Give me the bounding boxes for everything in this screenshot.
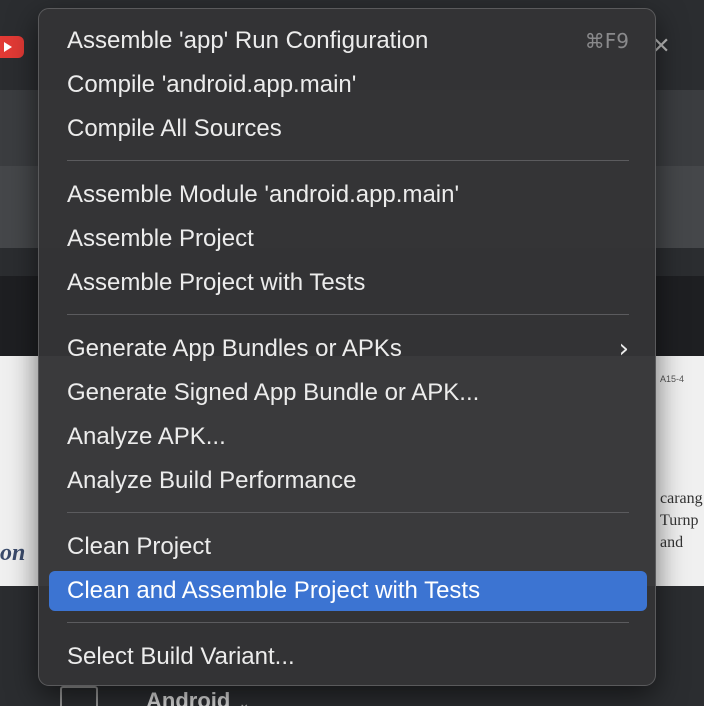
menu-item-label: Generate Signed App Bundle or APK... (67, 379, 480, 406)
document-corner-text: A15-4 (660, 374, 685, 384)
menu-item-label: Analyze Build Performance (67, 467, 357, 494)
menu-separator (67, 314, 629, 315)
menu-item-assemble-project-tests[interactable]: Assemble Project with Tests (49, 263, 647, 303)
menu-item-analyze-apk[interactable]: Analyze APK... (49, 417, 647, 457)
menu-item-compile-all[interactable]: Compile All Sources (49, 109, 647, 149)
document-text-left: on (0, 540, 26, 566)
menu-item-label: Clean and Assemble Project with Tests (67, 577, 481, 604)
folder-icon[interactable] (60, 686, 98, 706)
menu-item-analyze-build[interactable]: Analyze Build Performance (49, 461, 647, 501)
menu-item-generate-signed[interactable]: Generate Signed App Bundle or APK... (49, 373, 647, 413)
dropdown-label: Android (146, 688, 231, 706)
menu-item-clean-project[interactable]: Clean Project (49, 527, 647, 567)
menu-item-label: Clean Project (67, 533, 212, 560)
menu-item-compile-module[interactable]: Compile 'android.app.main' (49, 65, 647, 105)
menu-item-label: Assemble Project with Tests (67, 269, 366, 296)
menu-item-generate-bundles[interactable]: Generate App Bundles or APKs › (49, 329, 647, 369)
menu-item-label: Compile 'android.app.main' (67, 71, 357, 98)
menu-item-label: Compile All Sources (67, 115, 282, 142)
shortcut-label: ⌘F9 (584, 29, 629, 53)
menu-item-label: Analyze APK... (67, 423, 226, 450)
menu-item-assemble-project[interactable]: Assemble Project (49, 219, 647, 259)
menu-item-assemble-run-config[interactable]: Assemble 'app' Run Configuration ⌘F9 (49, 21, 647, 61)
chevron-right-icon: › (618, 334, 629, 364)
youtube-icon (0, 36, 24, 58)
document-text-right: carang Turnp and (660, 490, 703, 551)
menu-separator (67, 512, 629, 513)
menu-separator (67, 622, 629, 623)
menu-item-label: Generate App Bundles or APKs (67, 335, 402, 362)
menu-separator (67, 160, 629, 161)
chevron-down-icon: ⌄ (238, 695, 251, 706)
menu-item-assemble-module[interactable]: Assemble Module 'android.app.main' (49, 175, 647, 215)
tool-window-dropdown[interactable]: Android ⌄ (146, 688, 250, 706)
menu-item-label: Assemble Project (67, 225, 254, 252)
menu-item-label: Assemble 'app' Run Configuration (67, 27, 429, 54)
build-menu: Assemble 'app' Run Configuration ⌘F9 Com… (38, 8, 656, 686)
menu-item-select-variant[interactable]: Select Build Variant... (49, 637, 647, 677)
menu-item-label: Assemble Module 'android.app.main' (67, 181, 460, 208)
menu-item-label: Select Build Variant... (67, 643, 295, 670)
menu-item-clean-assemble-tests[interactable]: Clean and Assemble Project with Tests (49, 571, 647, 611)
